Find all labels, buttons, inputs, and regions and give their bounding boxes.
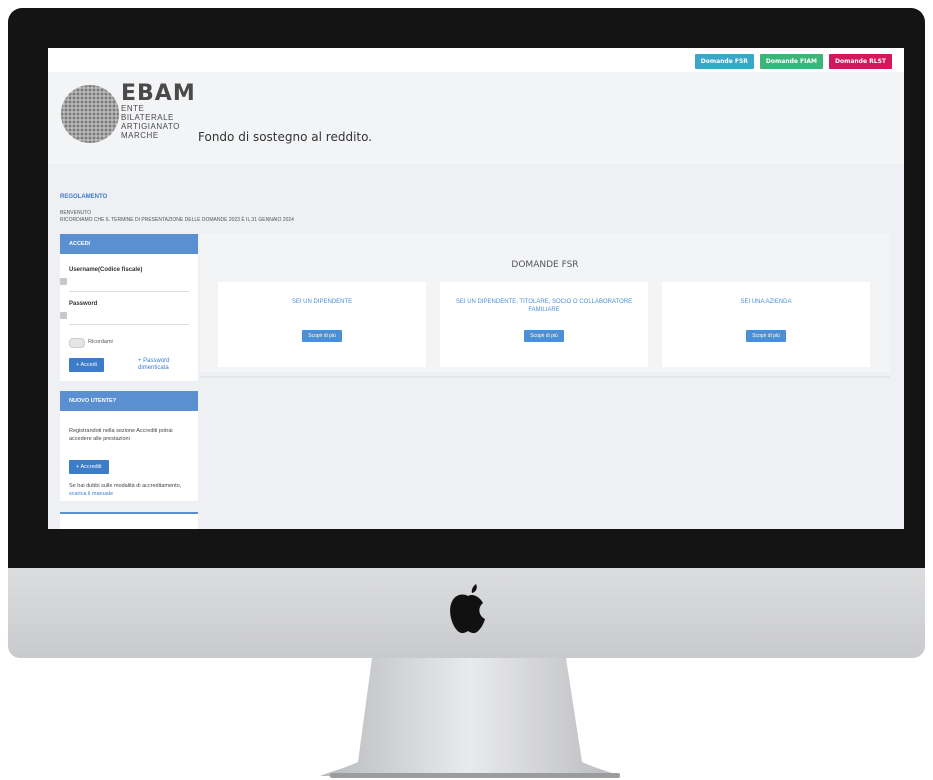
- scopri-di-piu-button[interactable]: Scopri di più: [524, 330, 564, 342]
- next-panel-header: [60, 512, 198, 529]
- manual-help-prefix: Se hai dubbi sulle modalità di accredita…: [69, 483, 182, 489]
- domande-fiam-button[interactable]: Domande FIAM: [759, 54, 823, 69]
- login-panel: ACCEDI Username(Codice fiscale) Password…: [60, 234, 198, 381]
- fsr-section: DOMANDE FSR SEI UN DIPENDENTE Scopri di …: [200, 234, 890, 372]
- regolamento-link[interactable]: REGOLAMENTO: [60, 194, 107, 200]
- site-tagline: Fondo di sostegno al reddito.: [198, 130, 373, 144]
- login-button[interactable]: + Accedi: [69, 358, 104, 372]
- apple-logo-icon: [450, 584, 485, 634]
- card-titolare: SEI UN DIPENDENTE, TITOLARE, SOCIO O COL…: [440, 282, 648, 367]
- logo-name: EBAM: [121, 81, 196, 106]
- imac-stand: [320, 658, 620, 778]
- new-user-panel-header: NUOVO UTENTE?: [60, 391, 198, 411]
- card-title: SEI UN DIPENDENTE: [291, 299, 353, 305]
- main-content: REGOLAMENTO BENVENUTO RICORDIAMO CHE IL …: [48, 164, 904, 529]
- logo-line-2: BILATERALE: [121, 113, 174, 122]
- logo-line-3: ARTIGIANATO: [121, 122, 180, 131]
- card-dipendente: SEI UN DIPENDENTE Scopri di più: [218, 282, 426, 367]
- fsr-section-title: DOMANDE FSR: [511, 260, 579, 270]
- domande-fsr-button[interactable]: Domande FSR: [694, 54, 754, 69]
- login-panel-header: ACCEDI: [60, 234, 198, 254]
- password-label: Password: [69, 301, 98, 307]
- card-title: SEI UN DIPENDENTE, TITOLARE, SOCIO O COL…: [455, 299, 633, 313]
- welcome-text: BENVENUTO: [60, 210, 92, 216]
- key-icon: [60, 312, 67, 319]
- scopri-di-piu-button[interactable]: Scopri di più: [746, 330, 786, 342]
- key-icon: [60, 278, 67, 285]
- ebam-logo-icon[interactable]: [60, 84, 120, 144]
- section-divider: [200, 376, 890, 378]
- card-azienda: SEI UNA AZIENDA Scopri di più: [662, 282, 870, 367]
- top-button-bar: Domande FSR Domande FIAM Domande RLST: [694, 54, 892, 69]
- ebam-logo-text: EBAM ENTE BILATERALE ARTIGIANATO MARCHE: [121, 81, 196, 141]
- logo-line-4: MARCHE: [121, 131, 159, 140]
- deadline-notice: RICORDIAMO CHE IL TERMINE DI PRESENTAZIO…: [60, 217, 294, 223]
- remember-toggle[interactable]: [69, 338, 85, 348]
- download-manual-link[interactable]: scarica il manuale: [69, 491, 113, 497]
- card-title: SEI UNA AZIENDA: [740, 299, 792, 305]
- site-header: EBAM ENTE BILATERALE ARTIGIANATO MARCHE …: [48, 72, 904, 164]
- new-user-text: Registrandoti nella sezione Accrediti po…: [69, 428, 173, 442]
- remember-label: Ricordami: [88, 339, 113, 345]
- username-field[interactable]: [69, 291, 189, 292]
- new-user-panel: NUOVO UTENTE? Registrandoti nella sezion…: [60, 391, 198, 501]
- username-label: Username(Codice fiscale): [69, 267, 143, 273]
- welcome-notice: BENVENUTO RICORDIAMO CHE IL TERMINE DI P…: [60, 210, 294, 224]
- scopri-di-piu-button[interactable]: Scopri di più: [302, 330, 342, 342]
- domande-rlst-button[interactable]: Domande RLST: [829, 54, 892, 69]
- accrediti-button-label: Accrediti: [80, 464, 102, 470]
- login-button-label: Accedi: [80, 362, 97, 368]
- password-field[interactable]: [69, 324, 189, 325]
- manual-help-text: Se hai dubbi sulle modalità di accredita…: [69, 482, 194, 498]
- accrediti-button[interactable]: + Accrediti: [69, 460, 109, 474]
- forgot-password-link[interactable]: + Password dimenticata: [138, 358, 198, 372]
- forgot-password-label: Password dimenticata: [138, 358, 170, 371]
- screen: Domande FSR Domande FIAM Domande RLST EB…: [48, 48, 904, 529]
